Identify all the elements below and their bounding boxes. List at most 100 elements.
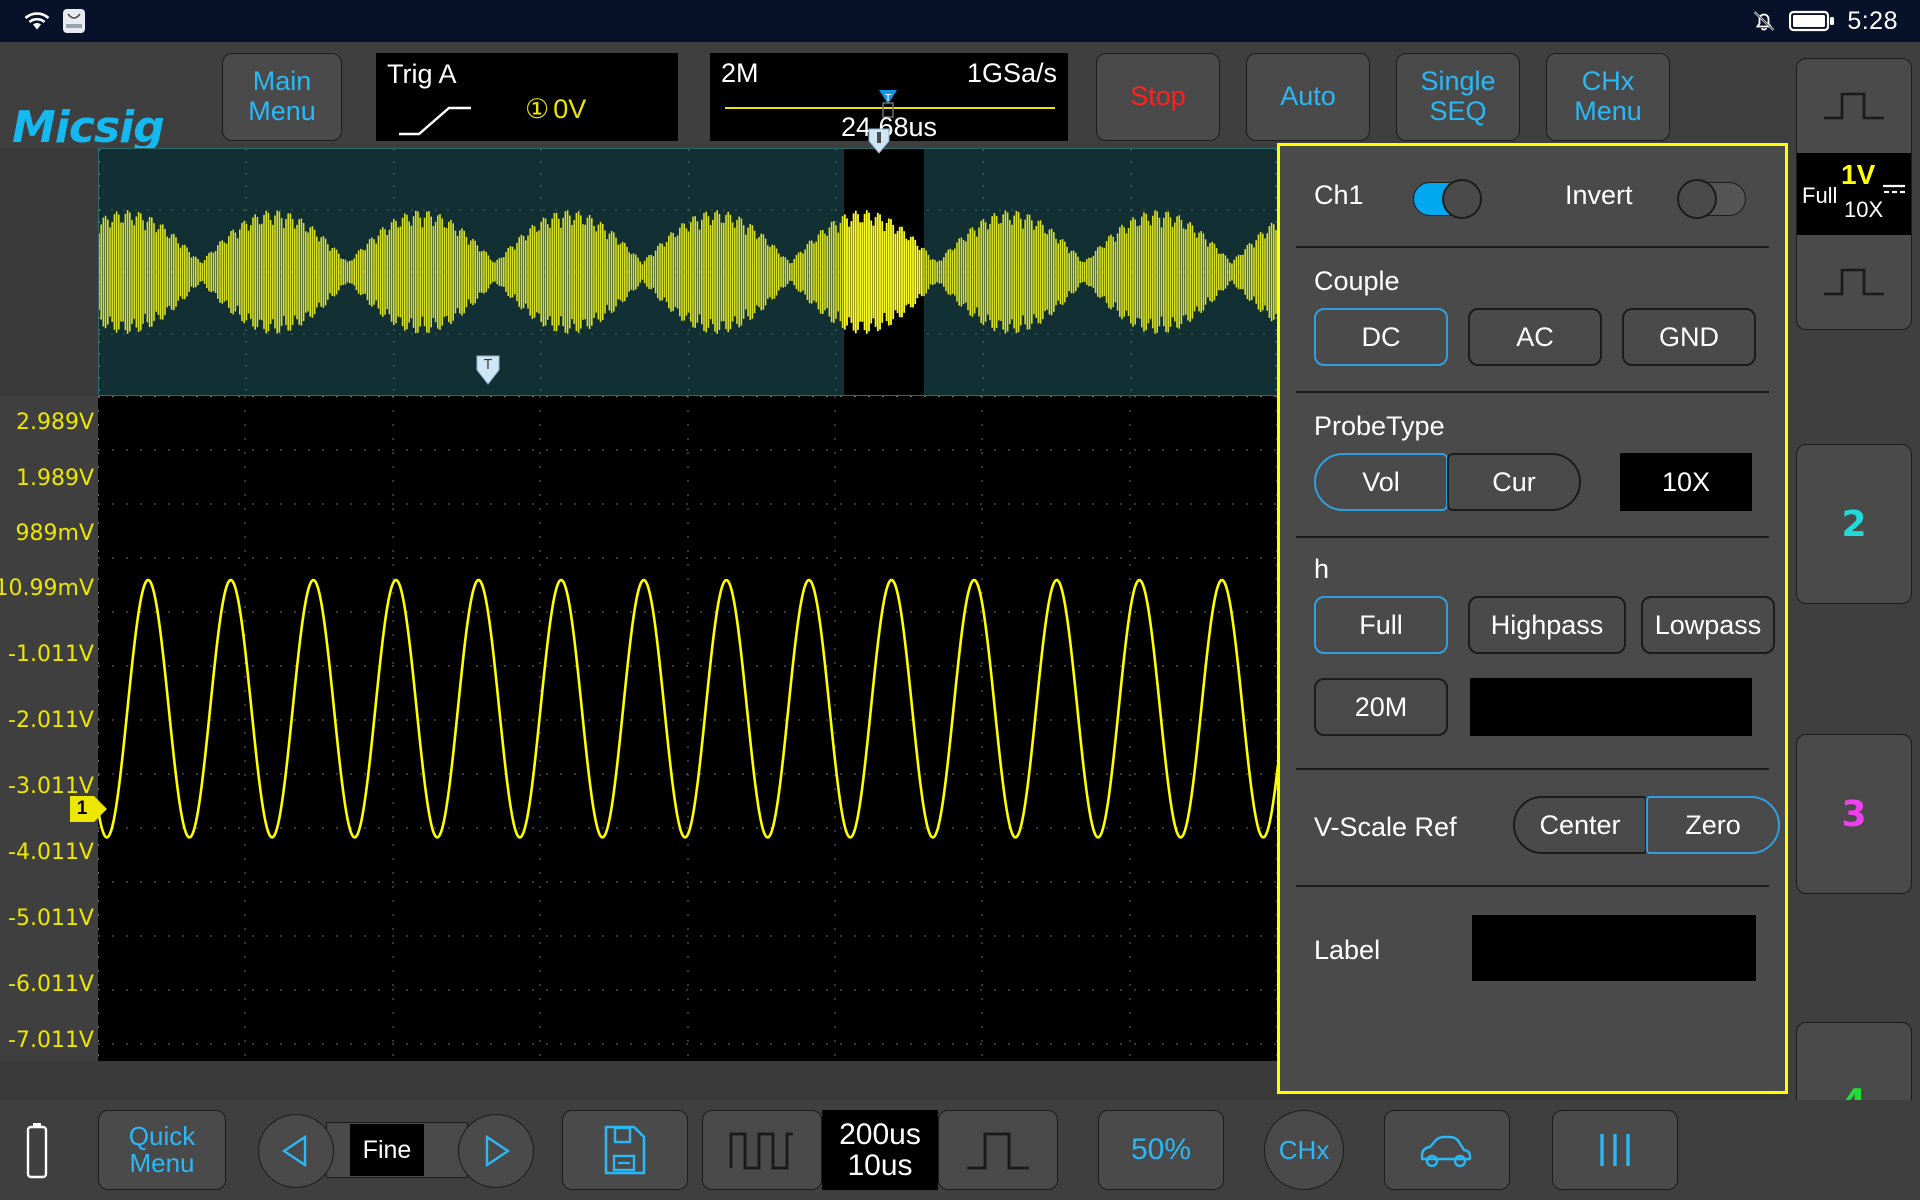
measure-bars-button[interactable]: [1552, 1110, 1678, 1190]
pulse-icon-top: [1820, 59, 1888, 153]
bandwidth-option-20m[interactable]: 20M: [1314, 678, 1448, 736]
single-seq-label-line1: Single: [1420, 66, 1496, 97]
left-triangle-icon: [281, 1134, 307, 1168]
pulse-train-icon: [729, 1132, 793, 1170]
probetype-option-cur[interactable]: Cur: [1447, 453, 1581, 511]
invert-label: Invert: [1565, 180, 1633, 210]
quick-menu-button[interactable]: Quick Menu: [98, 1110, 226, 1190]
chx-menu-label-line2: Menu: [1574, 96, 1642, 126]
overview-trace: [99, 210, 1277, 334]
bandwidth-option-highpass[interactable]: Highpass: [1468, 596, 1626, 654]
stop-button[interactable]: Stop: [1096, 53, 1220, 141]
v-tick: -5.011V: [8, 906, 94, 931]
chx-label: CHx: [1278, 1134, 1330, 1165]
trigger-50-percent-button[interactable]: 50%: [1098, 1110, 1224, 1190]
bell-muted-icon: [1751, 8, 1777, 34]
trigger-info-box[interactable]: Trig A ① 0V: [376, 53, 678, 141]
single-pulse-icon: [967, 1132, 1029, 1170]
bandwidth-option-lowpass[interactable]: Lowpass: [1641, 596, 1775, 654]
right-triangle-icon: [485, 1134, 511, 1168]
probetype-option-vol[interactable]: Vol: [1314, 453, 1448, 511]
auto-car-button[interactable]: [1384, 1110, 1510, 1190]
channel-1-button[interactable]: Full 1V 10X: [1796, 58, 1912, 330]
channel-1-probe: 10X: [1844, 197, 1884, 222]
channel-1-scale: 1V: [1841, 159, 1876, 190]
v-tick: 1.989V: [15, 466, 94, 491]
main-menu-button[interactable]: Main Menu: [222, 53, 342, 141]
v-tick: -7.011V: [8, 1028, 94, 1053]
rising-edge-icon: [397, 102, 473, 138]
bandwidth-value-field[interactable]: [1470, 678, 1752, 736]
main-menu-label-line2: Menu: [248, 96, 316, 126]
couple-option-dc[interactable]: DC: [1314, 308, 1448, 366]
fine-mode-indicator[interactable]: Fine: [350, 1124, 424, 1176]
couple-option-gnd[interactable]: GND: [1622, 308, 1756, 366]
v-tick: 2.989V: [15, 410, 94, 435]
v-tick: -2.011V: [8, 708, 94, 733]
vscale-option-center[interactable]: Center: [1513, 796, 1647, 854]
channel-label: Ch1: [1314, 180, 1364, 210]
bandwidth-option-full[interactable]: Full: [1314, 596, 1448, 654]
chx-menu-label-line1: CHx: [1581, 66, 1635, 97]
prev-step-button[interactable]: [258, 1114, 334, 1188]
battery-icon: [24, 1122, 50, 1180]
timebase-increase-button[interactable]: [938, 1110, 1058, 1190]
bandwidth-title: h: [1314, 554, 1330, 584]
main-waveform-area[interactable]: T: [98, 355, 1278, 1061]
single-seq-button[interactable]: Single SEQ: [1396, 53, 1520, 141]
save-button[interactable]: [562, 1110, 688, 1190]
label-title: Label: [1314, 935, 1381, 965]
timebase-main-value: 200us: [839, 1117, 921, 1151]
v-tick: 989mV: [15, 521, 94, 546]
timebase-readout[interactable]: 200us 10us: [822, 1110, 938, 1190]
quick-menu-label-line1: Quick: [128, 1120, 196, 1151]
next-step-button[interactable]: [458, 1114, 534, 1188]
overview-waveform-band[interactable]: [98, 128, 1278, 396]
probetype-section: ProbeType Vol Cur 10X: [1280, 393, 1785, 536]
trigger-level-marker[interactable]: T: [474, 354, 502, 386]
sample-rate: 1GSa/s: [966, 58, 1057, 88]
voltage-axis: 2.989V 1.989V 989mV -10.99mV -1.011V -2.…: [0, 396, 107, 1061]
bottom-toolbar: Quick Menu Fine 200us 10us 50% CHx: [0, 1100, 1920, 1200]
channel-enable-toggle[interactable]: [1413, 179, 1482, 219]
v-tick: -10.99mV: [0, 576, 94, 601]
timebase-decrease-button[interactable]: [702, 1110, 822, 1190]
channel-3-button[interactable]: 3: [1796, 734, 1912, 894]
brand-logo: Micsig: [12, 102, 165, 153]
channel-1-ground-marker[interactable]: 1: [70, 796, 107, 822]
trigger-level: 0V: [553, 94, 587, 124]
memory-depth: 2M: [721, 58, 759, 88]
dc-coupling-icon: [1881, 181, 1907, 197]
battery-full-icon: [1789, 9, 1835, 33]
trigger-arrow-overview[interactable]: [866, 127, 892, 155]
vscale-ref-section: V-Scale Ref Center Zero: [1280, 770, 1785, 885]
chx-menu-button[interactable]: CHx Menu: [1546, 53, 1670, 141]
chx-button[interactable]: CHx: [1264, 1110, 1344, 1190]
channel-2-button[interactable]: 2: [1796, 444, 1912, 604]
vscale-ref-title: V-Scale Ref: [1314, 812, 1457, 842]
channel-settings-panel[interactable]: Ch1 Invert Couple DC AC GND ProbeType Vo…: [1277, 143, 1788, 1094]
main-menu-label-line1: Main: [252, 66, 312, 97]
wifi-icon: [22, 9, 52, 33]
couple-option-ac[interactable]: AC: [1468, 308, 1602, 366]
auto-button[interactable]: Auto: [1246, 53, 1370, 141]
channel-2-label: 2: [1841, 503, 1867, 545]
invert-toggle[interactable]: [1677, 179, 1746, 219]
android-status-bar: 5:28: [0, 0, 1920, 42]
huawei-app-icon: [62, 8, 86, 34]
probetype-title: ProbeType: [1314, 411, 1445, 441]
status-time: 5:28: [1847, 6, 1898, 35]
quick-menu-label-line2: Menu: [129, 1148, 195, 1178]
timebase-zoom-value: 10us: [847, 1149, 913, 1182]
svg-text:T: T: [884, 93, 892, 104]
scope-display[interactable]: T 2.989V 1.989V 989mV -10.99mV -1.011V -…: [0, 128, 1278, 1061]
car-icon: [1420, 1135, 1472, 1168]
label-input[interactable]: [1472, 915, 1756, 981]
single-seq-label-line2: SEQ: [1429, 96, 1487, 126]
channel-1-readout[interactable]: Full 1V 10X: [1797, 153, 1911, 235]
save-floppy-icon: [604, 1125, 646, 1175]
label-section: Label: [1280, 887, 1785, 1017]
probe-ratio-field[interactable]: 10X: [1620, 453, 1752, 511]
vscale-option-zero[interactable]: Zero: [1646, 796, 1780, 854]
couple-section: Couple DC AC GND: [1280, 248, 1785, 391]
